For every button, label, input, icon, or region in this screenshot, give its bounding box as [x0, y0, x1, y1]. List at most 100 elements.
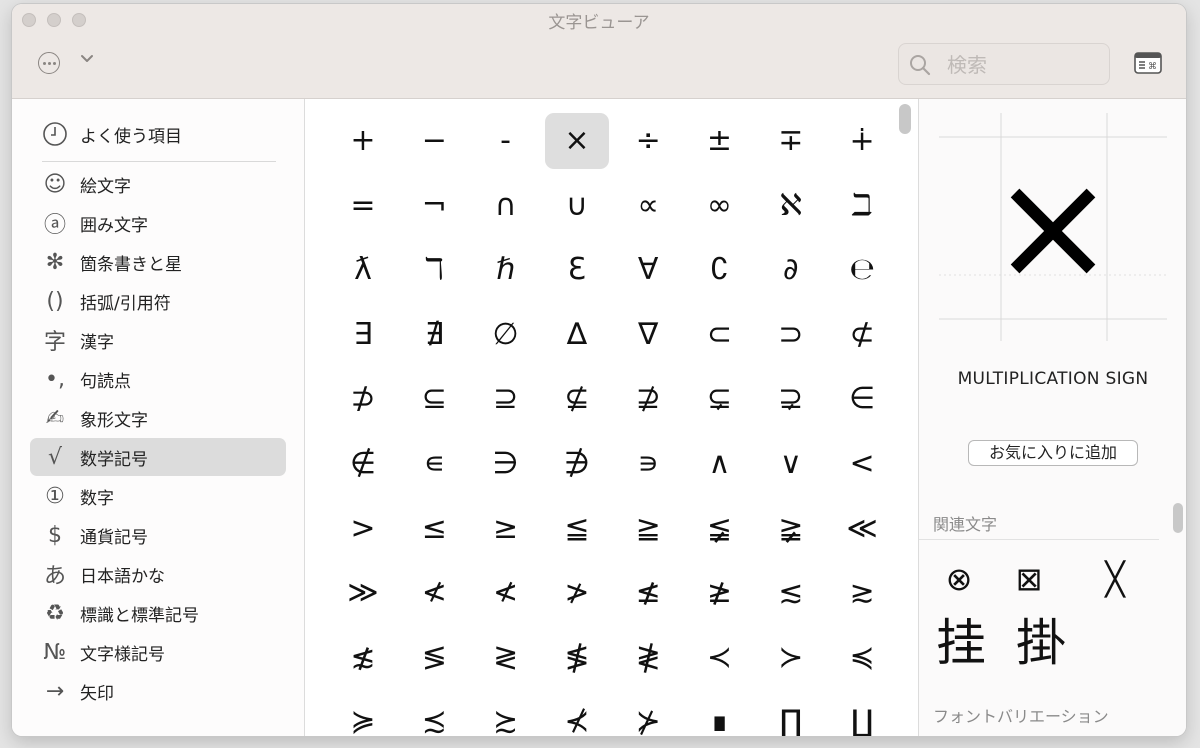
sidebar-item-recycle[interactable]: ♻ 標識と標準記号	[30, 594, 286, 632]
detail-scrollbar[interactable]	[1173, 503, 1183, 533]
character-cell[interactable]: ƛ	[331, 242, 395, 298]
character-cell[interactable]: ∞	[688, 178, 752, 234]
character-cell[interactable]: ∨	[759, 436, 823, 492]
sidebar-item-punctuation[interactable]: •, 句読点	[30, 360, 286, 398]
character-cell[interactable]: ∀	[616, 242, 680, 298]
character-cell[interactable]: ∔	[830, 113, 891, 169]
character-cell[interactable]: ⊀	[545, 694, 609, 736]
sidebar-item-numero[interactable]: № 文字様記号	[30, 633, 286, 671]
character-cell[interactable]: ℶ	[830, 178, 891, 234]
character-cell[interactable]: ⊁	[616, 694, 680, 736]
character-cell[interactable]: ≦	[545, 501, 609, 557]
character-cell[interactable]: ≱	[688, 565, 752, 621]
character-cell[interactable]: ∃	[331, 307, 395, 363]
character-cell[interactable]: ∎	[688, 694, 752, 736]
sidebar-item-arrow[interactable]: → 矢印	[30, 672, 286, 710]
character-cell[interactable]: ∋	[474, 436, 538, 492]
character-cell[interactable]: ∄	[402, 307, 466, 363]
character-cell[interactable]: ∆	[545, 307, 609, 363]
character-cell[interactable]: ⊋	[759, 371, 823, 427]
character-cell[interactable]: ÷	[616, 113, 680, 169]
sidebar-item-asterisk[interactable]: ✻ 箇条書きと星	[30, 243, 286, 281]
character-cell[interactable]: ∁	[688, 242, 752, 298]
related-character[interactable]: 掛	[1016, 618, 1066, 668]
character-cell[interactable]: ≽	[331, 694, 395, 736]
character-cell[interactable]: ≥	[474, 501, 538, 557]
character-cell[interactable]: ≩	[759, 501, 823, 557]
character-cell[interactable]: ≲	[759, 565, 823, 621]
character-cell[interactable]: ⊇	[474, 371, 538, 427]
character-cell[interactable]: ∂	[759, 242, 823, 298]
chevron-down-icon[interactable]	[80, 54, 94, 64]
character-cell[interactable]: ≧	[616, 501, 680, 557]
character-cell[interactable]: ≨	[688, 501, 752, 557]
character-cell[interactable]: ≷	[474, 630, 538, 686]
character-cell[interactable]: ≯	[545, 565, 609, 621]
character-cell[interactable]: ≿	[474, 694, 538, 736]
character-cell[interactable]: ≹	[616, 630, 680, 686]
character-cell[interactable]: ∅	[474, 307, 538, 363]
character-cell[interactable]: ⊈	[545, 371, 609, 427]
character-cell[interactable]: ⊉	[616, 371, 680, 427]
related-character[interactable]: ╳	[1097, 561, 1133, 597]
character-cell[interactable]: ∓	[759, 113, 823, 169]
character-cell[interactable]: ≤	[402, 501, 466, 557]
more-options-button[interactable]	[38, 52, 60, 74]
character-cell[interactable]: +	[331, 113, 395, 169]
character-cell[interactable]: ≸	[545, 630, 609, 686]
character-cell[interactable]: ±	[688, 113, 752, 169]
search-input[interactable]	[945, 50, 1099, 80]
sidebar-item-kanji[interactable]: 字漢字	[30, 321, 286, 359]
character-cell[interactable]: ∊	[402, 436, 466, 492]
character-cell[interactable]: ⊅	[331, 371, 395, 427]
character-cell[interactable]: ℮	[830, 242, 891, 298]
character-cell[interactable]: =	[331, 178, 395, 234]
character-cell[interactable]: ⊂	[688, 307, 752, 363]
character-cell[interactable]: Ɛ	[545, 242, 609, 298]
character-cell[interactable]: ≶	[402, 630, 466, 686]
search-field[interactable]	[898, 43, 1110, 85]
character-cell[interactable]: ℸ	[402, 242, 466, 298]
character-cell[interactable]: −	[402, 113, 466, 169]
character-cell[interactable]: ⊆	[402, 371, 466, 427]
sidebar-item-square-root[interactable]: √ 数学記号	[30, 438, 286, 476]
character-cell[interactable]: ∐	[830, 694, 891, 736]
character-cell[interactable]: ℏ	[474, 242, 538, 298]
character-cell[interactable]: ∍	[616, 436, 680, 492]
character-cell[interactable]: ≫	[331, 565, 395, 621]
character-cell[interactable]: ¬	[402, 178, 466, 234]
character-cell[interactable]: ∝	[616, 178, 680, 234]
character-cell[interactable]: ≺	[688, 630, 752, 686]
sidebar-item-circled-a[interactable]: ⓐ 囲み文字	[30, 204, 286, 242]
character-cell[interactable]: ∇	[616, 307, 680, 363]
related-character[interactable]: ⊠	[1011, 561, 1047, 597]
character-cell[interactable]: ∩	[474, 178, 538, 234]
character-cell[interactable]: <	[830, 436, 891, 492]
character-cell[interactable]: ≴	[331, 630, 395, 686]
character-cell[interactable]: ≾	[402, 694, 466, 736]
related-character[interactable]: ⊗	[941, 561, 977, 597]
character-cell[interactable]: ≮	[402, 565, 466, 621]
character-cell[interactable]: ≮	[474, 565, 538, 621]
sidebar-item-circled-one[interactable]: ① 数字	[30, 477, 286, 515]
character-cell[interactable]: ∈	[830, 371, 891, 427]
character-cell[interactable]: ≰	[616, 565, 680, 621]
character-cell[interactable]: ∪	[545, 178, 609, 234]
sidebar-item-parentheses[interactable]: () 括弧/引用符	[30, 282, 286, 320]
sidebar-item-dollar[interactable]: $ 通貨記号	[30, 516, 286, 554]
character-cell[interactable]: ⊊	[688, 371, 752, 427]
sidebar-item-favorites[interactable]: よく使う項目	[30, 115, 286, 153]
character-cell[interactable]: ≳	[830, 565, 891, 621]
character-cell[interactable]: -	[474, 113, 538, 169]
sidebar-item-hiragana[interactable]: あ日本語かな	[30, 555, 286, 593]
character-cell[interactable]: ∧	[688, 436, 752, 492]
character-cell[interactable]: ⊄	[830, 307, 891, 363]
character-cell[interactable]: ≻	[759, 630, 823, 686]
character-cell[interactable]: ∌	[545, 436, 609, 492]
character-cell[interactable]: >	[331, 501, 395, 557]
character-cell[interactable]: ℵ	[759, 178, 823, 234]
keyboard-viewer-icon[interactable]: ⌘	[1134, 52, 1162, 74]
sidebar-item-smiley[interactable]: ☺ 絵文字	[30, 165, 286, 203]
grid-scrollbar[interactable]	[899, 104, 911, 134]
character-cell[interactable]: ⊃	[759, 307, 823, 363]
